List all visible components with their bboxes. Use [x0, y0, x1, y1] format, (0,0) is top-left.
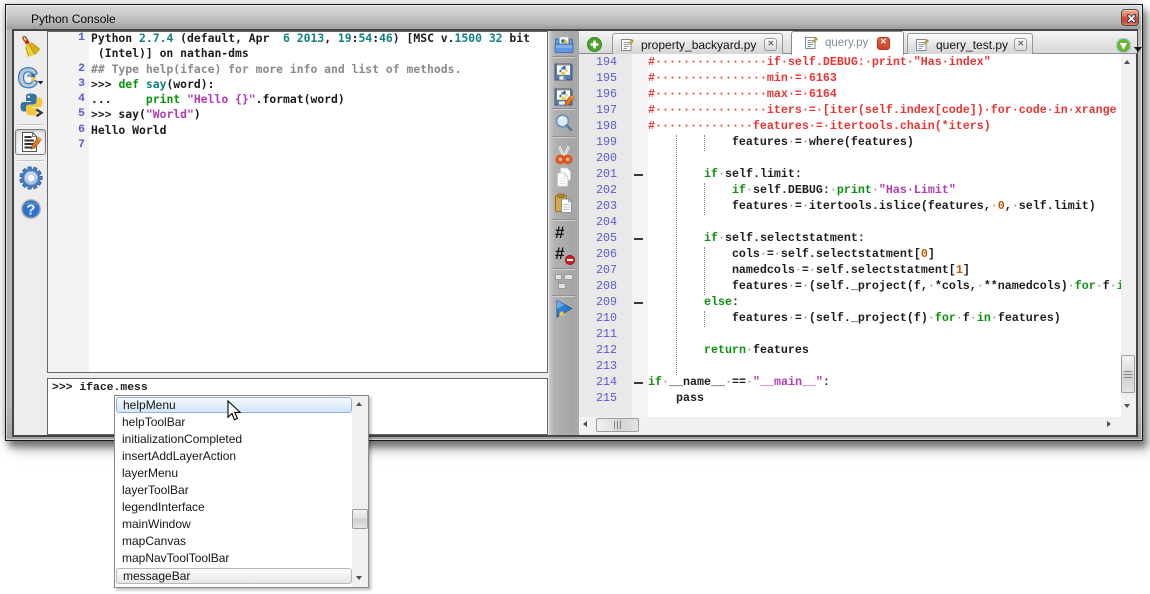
svg-text:?: ? — [26, 202, 35, 219]
